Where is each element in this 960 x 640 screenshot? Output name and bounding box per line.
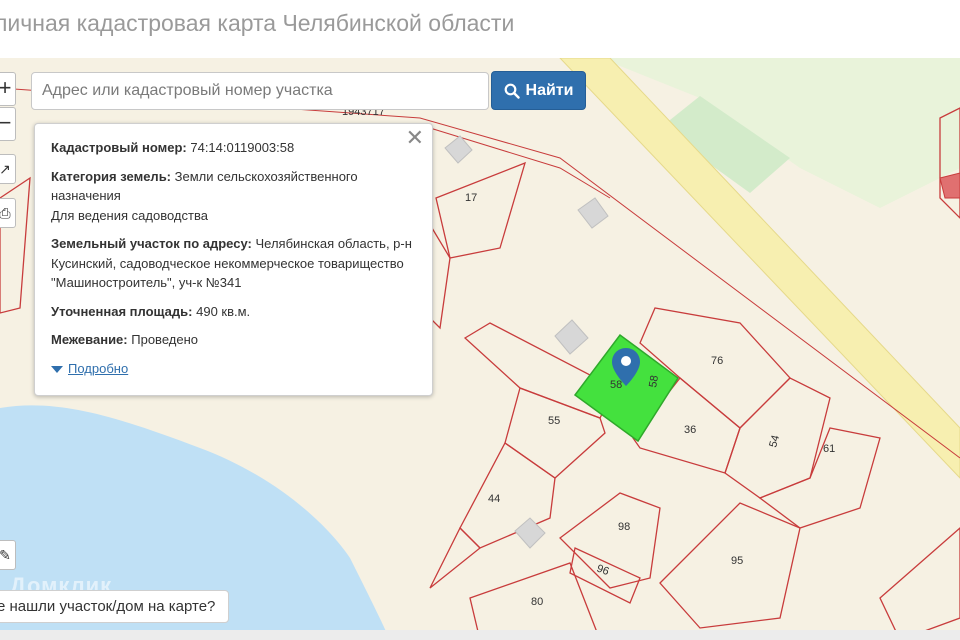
- cadastral-number-row: Кадастровый номер: 74:14:0119003:58: [51, 138, 416, 158]
- pencil-icon: ✎: [0, 547, 11, 563]
- draw-tool-button[interactable]: ✎: [0, 540, 16, 570]
- address-row: Земельный участок по адресу: Челябинская…: [51, 234, 416, 293]
- parcel-label: 58: [610, 379, 622, 391]
- bottom-bar: [0, 630, 960, 640]
- expand-icon: ↗: [0, 161, 11, 177]
- parcel-label: 44: [488, 493, 500, 505]
- parcel-label: 54: [767, 434, 782, 449]
- search-icon: [504, 83, 520, 99]
- parcel-label: 76: [711, 355, 723, 367]
- zoom-out-button[interactable]: −: [0, 107, 16, 141]
- land-use-value: Для ведения садоводства: [51, 207, 208, 223]
- survey-label: Межевание:: [51, 332, 128, 347]
- fullscreen-button[interactable]: ↗: [0, 154, 16, 184]
- page-title: личная кадастровая карта Челябинской обл…: [0, 10, 515, 36]
- close-icon[interactable]: ✕: [406, 127, 424, 148]
- parcel-label: 98: [618, 521, 630, 533]
- not-found-button[interactable]: е нашли участок/дом на карте?: [0, 590, 229, 623]
- more-details-link[interactable]: Подробно: [51, 359, 128, 379]
- print-button[interactable]: ⎙: [0, 198, 16, 228]
- print-icon: ⎙: [0, 205, 11, 221]
- area-label: Уточненная площадь:: [51, 303, 193, 319]
- parcel-label: 36: [684, 424, 696, 436]
- land-category-label: Категория земель:: [51, 168, 172, 184]
- search-button-label: Найти: [525, 81, 574, 99]
- area-value: 490 кв.м.: [196, 303, 251, 319]
- land-category-row: Категория земель: Земли сельскохозяйстве…: [51, 167, 416, 226]
- parcel-info-popup: ✕ Кадастровый номер: 74:14:0119003:58 Ка…: [34, 123, 433, 396]
- parcel-label: 95: [731, 555, 743, 567]
- area-row: Уточненная площадь: 490 кв.м.: [51, 302, 416, 322]
- address-label: Земельный участок по адресу:: [51, 236, 252, 251]
- cadastral-number-label: Кадастровый номер:: [51, 140, 187, 155]
- parcel-label: 58: [647, 374, 661, 388]
- survey-row: Межевание: Проведено: [51, 330, 416, 350]
- parcel-label: 80: [531, 596, 543, 608]
- building: [554, 319, 589, 355]
- search-button[interactable]: Найти: [491, 71, 586, 110]
- parcel-label: 61: [823, 443, 835, 455]
- parcel-label: 55: [548, 415, 560, 427]
- chevron-down-icon: [51, 365, 63, 373]
- building: [577, 197, 609, 229]
- search-input[interactable]: [31, 72, 489, 110]
- more-details-label: Подробно: [68, 361, 129, 377]
- cadastral-number-value: 74:14:0119003:58: [190, 140, 295, 155]
- survey-value: Проведено: [131, 332, 198, 347]
- zoom-in-button[interactable]: +: [0, 72, 16, 106]
- parcel-label: 17: [465, 192, 477, 204]
